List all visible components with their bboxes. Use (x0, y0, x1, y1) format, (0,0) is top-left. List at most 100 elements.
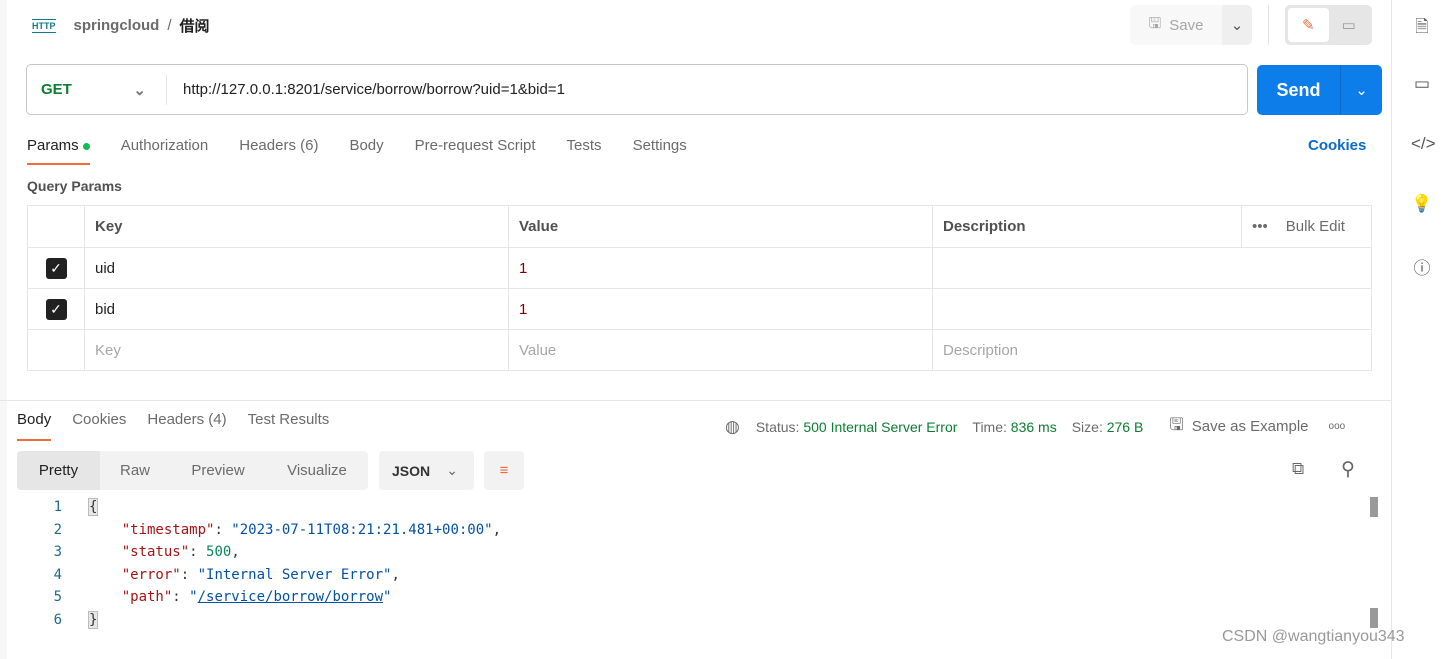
view-preview[interactable]: Preview (170, 451, 266, 490)
method-select[interactable]: GET ⌄ (27, 74, 167, 105)
save-button[interactable]: 🖫 Save (1130, 5, 1222, 45)
divider (1268, 5, 1269, 45)
send-button[interactable]: Send (1257, 65, 1341, 115)
request-tabs: Params Authorization Headers (6) Body Pr… (27, 135, 718, 165)
param-description[interactable] (932, 247, 1372, 289)
scrollbar-thumb[interactable] (1370, 608, 1378, 628)
json-key: "path" (121, 589, 173, 605)
row-checkbox[interactable]: ✓ (45, 298, 67, 320)
tab-authorization[interactable]: Authorization (121, 135, 209, 165)
response-tab-body[interactable]: Body (17, 411, 52, 441)
document-icon[interactable]: 🗎 (1411, 14, 1433, 36)
format-label: JSON (392, 462, 431, 479)
line-number: 5 (53, 589, 62, 605)
response-tabs: Body Cookies Headers (4) Test Results (17, 411, 350, 441)
tab-body[interactable]: Body (349, 135, 383, 165)
section-divider (0, 400, 1391, 401)
time-value[interactable]: 836 ms (1011, 419, 1057, 435)
send-dropdown-button[interactable]: ⌄ (1341, 65, 1382, 115)
json-key: "status" (121, 544, 190, 560)
comment-mode-button[interactable]: ▭ (1329, 8, 1370, 42)
row-checkbox[interactable]: ✓ (45, 257, 67, 279)
code-icon[interactable]: </> (1411, 134, 1436, 156)
response-tab-headers[interactable]: Headers (4) (147, 411, 226, 441)
breadcrumb-collection[interactable]: springcloud (74, 17, 160, 34)
more-icon[interactable]: ••• (1252, 218, 1268, 235)
value-input[interactable]: Value (508, 329, 933, 371)
json-value: "2023-07-11T08:21:21.481+00:00" (231, 522, 493, 538)
left-strip (0, 0, 7, 659)
view-pretty[interactable]: Pretty (17, 451, 100, 490)
tab-pre-request-script[interactable]: Pre-request Script (415, 135, 536, 165)
response-tab-test-results[interactable]: Test Results (248, 411, 330, 441)
param-value[interactable]: 1 (508, 288, 933, 330)
globe-icon[interactable]: ◍ (725, 417, 740, 437)
save-icon: 🖫 (1169, 415, 1184, 434)
info-icon[interactable]: ⓘ (1411, 254, 1433, 278)
breadcrumb: HTTP springcloud / 借阅 (32, 15, 210, 36)
mode-toggle: ✎ ▭ (1285, 5, 1372, 45)
search-icon[interactable]: ⚲ (1341, 458, 1355, 481)
lightbulb-icon[interactable]: 💡 (1411, 194, 1433, 216)
line-number: 2 (53, 522, 62, 538)
chevron-down-icon: ⌄ (1230, 17, 1244, 34)
chevron-down-icon: ⌄ (1355, 82, 1368, 99)
http-icon: HTTP (32, 18, 56, 33)
query-params-table: Key Value Description ••• Bulk Edit ✓ uid… (27, 205, 1372, 371)
url-bar: GET ⌄ http://127.0.0.1:8201/service/borro… (26, 64, 1248, 115)
more-icon[interactable]: ooo (1329, 421, 1346, 432)
copy-icon[interactable]: ⧉ (1292, 459, 1304, 479)
param-key[interactable]: bid (84, 288, 509, 330)
url-input[interactable]: http://127.0.0.1:8201/service/borrow/bor… (167, 81, 565, 98)
request-name[interactable]: 借阅 (180, 15, 210, 36)
json-brace: } (88, 611, 99, 629)
bulk-edit-button[interactable]: Bulk Edit (1286, 218, 1345, 235)
json-key: "error" (121, 567, 181, 583)
params-indicator-dot (82, 142, 90, 150)
cookies-link[interactable]: Cookies (1308, 137, 1366, 154)
wrap-icon: ≡ (499, 462, 509, 479)
tab-params[interactable]: Params (27, 135, 90, 165)
size-label: Size: (1071, 418, 1103, 435)
json-link[interactable]: /service/borrow/borrow (198, 589, 383, 605)
save-as-example-button[interactable]: Save as Example (1192, 418, 1309, 435)
breadcrumb-separator: / (167, 17, 172, 34)
line-number: 3 (53, 544, 62, 560)
view-mode-group: Pretty Raw Preview Visualize (17, 451, 368, 490)
line-number: 6 (53, 612, 62, 628)
tab-settings[interactable]: Settings (633, 135, 687, 165)
edit-mode-button[interactable]: ✎ (1288, 8, 1329, 42)
save-dropdown-button[interactable]: ⌄ (1222, 5, 1252, 45)
wrap-lines-button[interactable]: ≡ (484, 451, 524, 490)
tab-headers[interactable]: Headers (6) (239, 135, 318, 165)
description-input[interactable]: Description (932, 329, 1372, 371)
key-input[interactable]: Key (84, 329, 509, 371)
save-icon: 🖫 (1148, 14, 1162, 32)
table-row-new: Key Value Description (27, 329, 1372, 371)
status-value[interactable]: 500 Internal Server Error (803, 419, 957, 435)
view-visualize[interactable]: Visualize (266, 451, 368, 490)
format-select[interactable]: JSON ⌄ (379, 451, 474, 490)
response-tab-cookies[interactable]: Cookies (72, 411, 126, 441)
watermark: CSDN @wangtianyou343 (1222, 628, 1405, 645)
param-description[interactable] (932, 288, 1372, 330)
send-button-group: Send ⌄ (1257, 65, 1382, 115)
method-label: GET (41, 81, 72, 98)
time-label: Time: (972, 418, 1007, 435)
json-brace: { (88, 498, 99, 516)
view-raw[interactable]: Raw (100, 451, 170, 490)
query-params-title: Query Params (27, 178, 122, 194)
json-value: "Internal Server Error" (197, 567, 392, 583)
right-sidebar: 🗎 ▭ </> 💡 ⓘ (1391, 0, 1452, 659)
table-row: ✓ uid 1 (27, 247, 1372, 289)
json-key: "timestamp" (121, 522, 215, 538)
param-key[interactable]: uid (84, 247, 509, 289)
chevron-down-icon: ⌄ (133, 81, 146, 99)
comments-icon[interactable]: ▭ (1411, 74, 1433, 96)
scrollbar-thumb[interactable] (1370, 497, 1378, 517)
response-meta: ◍ Status: 500 Internal Server Error Time… (725, 412, 1345, 441)
tab-tests[interactable]: Tests (567, 135, 602, 165)
param-value[interactable]: 1 (508, 247, 933, 289)
line-number: 4 (53, 567, 62, 583)
size-value[interactable]: 276 B (1107, 419, 1144, 435)
